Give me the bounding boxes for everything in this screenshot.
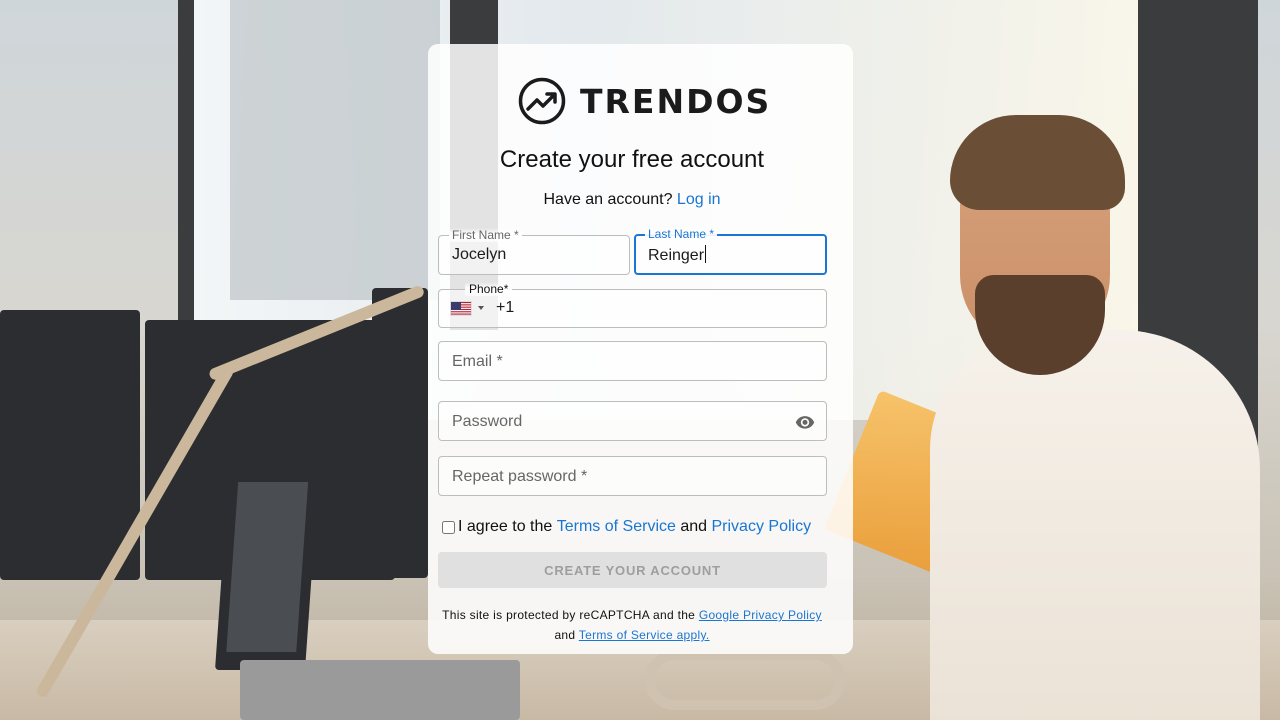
brand-logo: TRENDOS	[518, 76, 771, 126]
brand-name: TRENDOS	[580, 81, 772, 121]
login-link[interactable]: Log in	[677, 191, 721, 208]
recaptcha-and: and	[554, 628, 576, 642]
password-placeholder: Password	[452, 413, 523, 430]
laptop	[215, 470, 319, 670]
headphones	[645, 650, 845, 710]
trending-up-circle-icon	[518, 77, 566, 125]
person-hair	[950, 115, 1125, 210]
create-account-button[interactable]: CREATE YOUR ACCOUNT	[438, 552, 827, 588]
window-frame	[178, 0, 194, 330]
last-name-field[interactable]: Last Name * Reinger	[634, 227, 827, 275]
terms-checkbox[interactable]	[442, 520, 455, 534]
agree-and: and	[680, 518, 708, 535]
have-account-text: Have an account?	[543, 191, 673, 208]
first-name-field[interactable]: First Name * Jocelyn	[438, 228, 630, 275]
terms-agreement: I agree to the Terms of Service and Priv…	[442, 518, 811, 536]
laptop-keyboard	[240, 660, 520, 720]
recaptcha-notice: This site is protected by reCAPTCHA and …	[428, 605, 836, 645]
monitor	[372, 288, 428, 578]
text-cursor	[705, 245, 707, 263]
repeat-password-placeholder: Repeat password *	[452, 468, 588, 485]
last-name-text: Reinger	[648, 247, 705, 264]
first-name-value: Jocelyn	[452, 246, 507, 263]
privacy-policy-link[interactable]: Privacy Policy	[712, 518, 812, 536]
phone-country-code: +1	[496, 299, 515, 316]
repeat-password-field[interactable]: Repeat password *	[438, 456, 827, 496]
google-terms-link[interactable]: Terms of Service apply.	[579, 628, 710, 642]
background-building	[230, 0, 440, 300]
us-flag-icon[interactable]	[450, 301, 472, 316]
eye-icon[interactable]	[793, 412, 817, 432]
password-field[interactable]: Password	[438, 401, 827, 441]
phone-field[interactable]: Phone* +1	[438, 282, 827, 328]
page-title: Create your free account	[499, 146, 765, 173]
login-prompt: Have an account? Log in	[428, 191, 836, 209]
monitor	[0, 310, 140, 580]
person	[930, 330, 1260, 720]
country-dropdown-icon[interactable]	[478, 306, 484, 310]
first-name-label: First Name *	[449, 228, 522, 242]
signup-card: TRENDOS Create your free account Have an…	[428, 44, 853, 654]
email-placeholder: Email *	[452, 353, 503, 370]
last-name-value: Reinger	[648, 245, 707, 265]
terms-of-service-link[interactable]: Terms of Service	[557, 518, 676, 536]
email-field[interactable]: Email *	[438, 341, 827, 381]
agree-prefix: I agree to the	[458, 518, 553, 535]
recaptcha-text: This site is protected by reCAPTCHA and …	[442, 608, 696, 622]
phone-label: Phone*	[465, 282, 513, 296]
google-privacy-policy-link[interactable]: Google Privacy Policy	[699, 608, 822, 622]
last-name-label: Last Name *	[645, 227, 718, 241]
